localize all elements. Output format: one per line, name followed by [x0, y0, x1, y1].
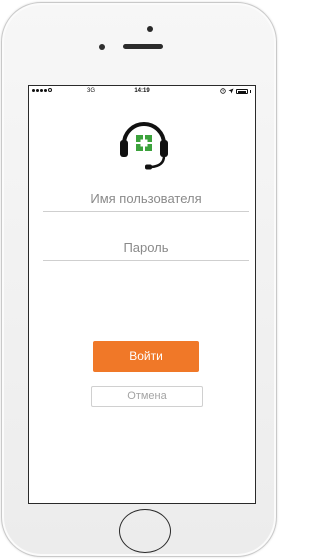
password-field[interactable]: Пароль [43, 236, 249, 261]
battery-icon [236, 88, 248, 94]
username-field[interactable]: Имя пользователя [43, 187, 249, 212]
home-button[interactable] [119, 509, 171, 553]
cancel-button[interactable]: Отмена [91, 386, 203, 407]
front-camera-icon [99, 44, 105, 50]
status-bar: 3G 14:19 [29, 86, 255, 98]
password-placeholder: Пароль [123, 240, 169, 255]
camera-icon [147, 26, 153, 32]
app-screen: 3G 14:19 Имя пользователя Пароль Войти О… [28, 85, 256, 504]
headset-support-icon [120, 122, 168, 170]
alarm-icon [220, 88, 226, 94]
login-button[interactable]: Войти [93, 341, 199, 372]
username-placeholder: Имя пользователя [90, 191, 202, 206]
status-right [220, 88, 251, 94]
phone-frame: 3G 14:19 Имя пользователя Пароль Войти О… [1, 2, 277, 557]
location-arrow-icon [228, 88, 234, 94]
speaker-grille [123, 44, 163, 49]
